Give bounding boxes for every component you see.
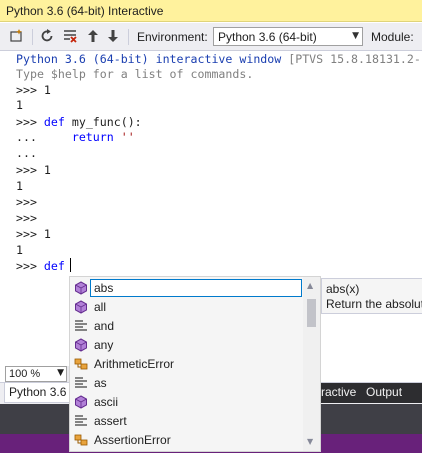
class-icon <box>74 434 88 446</box>
function-icon <box>75 281 87 295</box>
keyword-icon <box>75 377 87 388</box>
console-line: ... return '' <box>16 130 135 144</box>
console-line: >>> 1 <box>16 227 51 241</box>
zoom-select[interactable]: 100 % ▼ <box>5 366 67 382</box>
text-caret <box>70 258 71 272</box>
window-title-bar: Python 3.6 (64-bit) Interactive <box>0 0 422 22</box>
zoom-value: 100 % <box>9 368 41 380</box>
console-line: >>> <box>16 211 37 225</box>
completion-item[interactable]: assert <box>94 414 127 428</box>
environment-value: Python 3.6 (64-bit) <box>218 30 317 44</box>
arrow-up-icon <box>88 30 98 42</box>
arrow-down-icon <box>108 30 118 42</box>
function-icon <box>75 300 87 314</box>
history-next-button[interactable] <box>104 27 122 45</box>
console-line: >>> 1 <box>16 83 51 97</box>
tab-output[interactable]: Output <box>366 385 402 399</box>
cancel-execution-button[interactable] <box>61 27 79 45</box>
function-icon <box>75 395 87 409</box>
completion-list[interactable]: abs all and any ArithmeticError as ascii… <box>69 276 321 452</box>
chevron-down-icon: ▼ <box>57 368 64 378</box>
module-label: Module: <box>371 30 414 44</box>
completion-item[interactable]: any <box>94 338 113 352</box>
clear-screen-icon <box>10 29 22 42</box>
tooltip-description: Return the absolut <box>326 297 422 311</box>
scrollbar-thumb[interactable] <box>307 299 316 327</box>
console-line: >>> def <box>16 259 65 273</box>
chevron-down-icon: ▼ <box>352 31 359 41</box>
history-previous-button[interactable] <box>84 27 102 45</box>
keyword-icon <box>75 415 87 426</box>
console-line: Type $help for a list of commands. <box>16 67 254 81</box>
signature-tooltip: abs(x) Return the absolut <box>321 278 422 314</box>
completion-item[interactable]: as <box>94 376 107 390</box>
completion-item[interactable]: all <box>94 300 106 314</box>
completion-item[interactable]: ascii <box>94 395 118 409</box>
tooltip-signature: abs(x) <box>326 282 360 296</box>
class-icon <box>74 358 88 370</box>
toolbar: Environment: Python 3.6 (64-bit) ▼ Modul… <box>0 23 422 51</box>
console-line: >>> 1 <box>16 163 51 177</box>
console-output: 1 <box>16 98 23 112</box>
chevron-down-icon[interactable]: ▼ <box>307 437 313 446</box>
console-line: >>> def my_func(): <box>16 115 142 129</box>
completion-filter-input[interactable]: abs <box>90 279 302 297</box>
refresh-icon <box>41 29 53 42</box>
console-line: ... <box>16 146 37 160</box>
cancel-execution-icon <box>64 30 77 43</box>
completion-item[interactable]: AssertionError <box>94 433 171 447</box>
function-icon <box>75 338 87 352</box>
console-output: 1 <box>16 243 23 257</box>
environment-select[interactable]: Python 3.6 (64-bit) ▼ <box>213 27 363 46</box>
tab-strip-right: ractive Output <box>318 383 422 403</box>
keyword-icon <box>75 320 87 331</box>
console-line: Python 3.6 (64-bit) interactive window [… <box>16 52 421 66</box>
tab-interactive[interactable]: ractive <box>321 385 356 399</box>
chevron-up-icon[interactable]: ▲ <box>307 281 313 290</box>
reset-button[interactable] <box>38 27 56 45</box>
console-output: 1 <box>16 179 23 193</box>
console-line: >>> <box>16 195 37 209</box>
completion-item[interactable]: ArithmeticError <box>94 357 174 371</box>
completion-scrollbar[interactable]: ▲ ▼ <box>303 277 320 451</box>
completion-item[interactable]: and <box>94 319 114 333</box>
clear-screen-button[interactable] <box>8 27 26 45</box>
window-title: Python 3.6 (64-bit) Interactive <box>6 4 164 18</box>
environment-label: Environment: <box>137 30 208 44</box>
